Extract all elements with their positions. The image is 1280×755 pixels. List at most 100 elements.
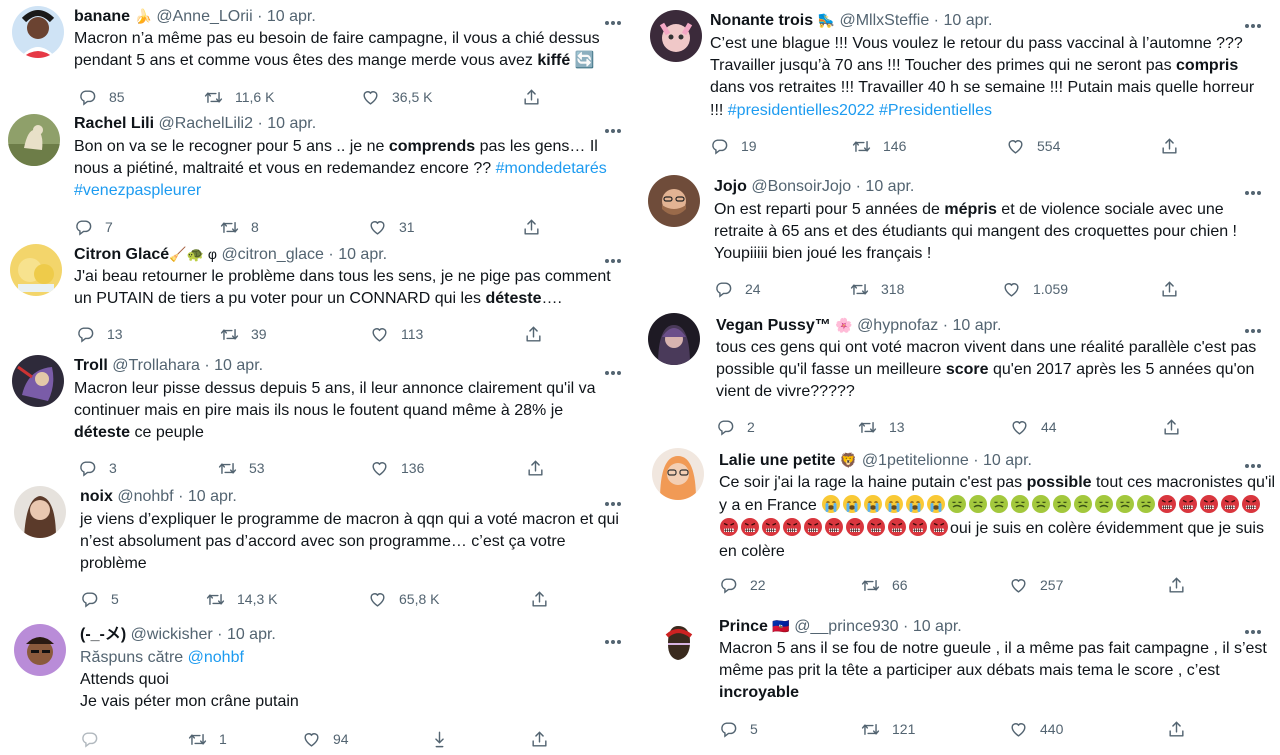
avatar[interactable] [10, 244, 62, 296]
more-icon[interactable] [1244, 320, 1268, 334]
share-button[interactable] [522, 86, 541, 108]
display-name[interactable]: banane [74, 8, 130, 25]
more-icon[interactable] [604, 362, 628, 376]
tweet[interactable]: Prince 🇭🇹 @__prince930 · 10 apr. Macron … [642, 610, 1280, 755]
like-button[interactable]: 31 [368, 216, 415, 238]
reply-button[interactable]: 5 [719, 718, 758, 740]
avatar[interactable] [648, 175, 700, 227]
retweet-button[interactable]: 53 [218, 457, 265, 479]
display-name[interactable]: Vegan Pussy™ [716, 317, 831, 334]
timestamp[interactable]: 10 apr. [188, 488, 237, 505]
hashtag-link[interactable]: #venezpaspleurer [74, 182, 201, 199]
share-button[interactable] [530, 588, 549, 610]
reply-button[interactable]: 3 [78, 457, 117, 479]
avatar[interactable] [648, 313, 700, 365]
tweet[interactable]: Citron Glacé🧹🐢 φ @citron_glace · 10 apr.… [0, 238, 640, 348]
like-button[interactable]: 136 [370, 457, 424, 479]
handle[interactable]: @nohbf [117, 488, 173, 505]
retweet-button[interactable]: 13 [858, 416, 905, 438]
display-name[interactable]: Lalie une petite [719, 452, 835, 469]
handle[interactable]: @citron_glace [221, 246, 324, 263]
like-button[interactable]: 36,5 K [361, 86, 432, 108]
retweet-button[interactable]: 1 [188, 728, 227, 750]
like-button[interactable]: 1.059 [1002, 278, 1068, 300]
like-button[interactable]: 65,8 K [368, 588, 439, 610]
hashtag-link[interactable]: #Presidentielles [879, 102, 992, 119]
handle[interactable]: @RachelLili2 [158, 115, 253, 132]
timestamp[interactable]: 10 apr. [865, 178, 914, 195]
hashtag-link[interactable]: #presidentielles2022 [728, 102, 875, 119]
timestamp[interactable]: 10 apr. [214, 357, 263, 374]
reply-button[interactable]: 7 [74, 216, 113, 238]
share-button[interactable] [524, 323, 543, 345]
display-name[interactable]: Troll [74, 357, 108, 374]
like-button[interactable]: 440 [1009, 718, 1063, 740]
timestamp[interactable]: 10 apr. [913, 618, 962, 635]
timestamp[interactable]: 10 apr. [227, 626, 276, 643]
avatar[interactable] [652, 614, 704, 666]
reply-button[interactable]: 22 [719, 574, 766, 596]
share-button[interactable] [530, 728, 549, 750]
tweet[interactable]: Troll @Trollahara · 10 apr. Macron leur … [0, 351, 640, 481]
download-button[interactable] [430, 728, 449, 750]
tweet[interactable]: Nonante trois 🛼 @MllxSteffie · 10 apr. C… [642, 0, 1280, 165]
more-icon[interactable] [1244, 182, 1268, 196]
tweet[interactable]: banane 🍌 @Anne_LOrii · 10 apr. Macron n’… [0, 0, 640, 115]
retweet-button[interactable]: 66 [861, 574, 908, 596]
handle[interactable]: @Trollahara [112, 357, 200, 374]
retweet-button[interactable]: 14,3 K [206, 588, 277, 610]
display-name[interactable]: Nonante trois [710, 12, 813, 29]
handle[interactable]: @__prince930 [794, 618, 898, 635]
reply-button[interactable]: 24 [714, 278, 761, 300]
tweet[interactable]: Rachel Lili @RachelLili2 · 10 apr. Bon o… [0, 108, 640, 238]
like-button[interactable]: 94 [302, 728, 349, 750]
avatar[interactable] [652, 448, 704, 500]
timestamp[interactable]: 10 apr. [338, 246, 387, 263]
avatar[interactable] [14, 624, 66, 676]
like-button[interactable]: 554 [1006, 135, 1060, 157]
display-name[interactable]: noix [80, 488, 113, 505]
timestamp[interactable]: 10 apr. [943, 12, 992, 29]
share-button[interactable] [1167, 574, 1186, 596]
share-button[interactable] [522, 216, 541, 238]
handle[interactable]: @BonsoirJojo [751, 178, 851, 195]
handle[interactable]: @Anne_LOrii [156, 8, 252, 25]
like-button[interactable]: 44 [1010, 416, 1057, 438]
share-button[interactable] [1162, 416, 1181, 438]
timestamp[interactable]: 10 apr. [267, 8, 316, 25]
retweet-button[interactable]: 146 [852, 135, 906, 157]
avatar[interactable] [12, 6, 64, 58]
reply-button[interactable] [80, 728, 111, 750]
handle[interactable]: @hypnofaz [857, 317, 938, 334]
tweet[interactable]: noix @nohbf · 10 apr. je viens d’expliqu… [0, 482, 640, 614]
handle[interactable]: @wickisher [131, 626, 213, 643]
reply-button[interactable]: 19 [710, 135, 757, 157]
tweet[interactable]: Vegan Pussy™ 🌸 @hypnofaz · 10 apr. tous … [642, 309, 1280, 444]
retweet-button[interactable]: 318 [850, 278, 904, 300]
more-icon[interactable] [1244, 455, 1268, 469]
timestamp[interactable]: 10 apr. [952, 317, 1001, 334]
share-button[interactable] [526, 457, 545, 479]
retweet-button[interactable]: 11,6 K [204, 86, 274, 108]
reply-handle-link[interactable]: @nohbf [188, 649, 244, 666]
share-button[interactable] [1160, 135, 1179, 157]
more-icon[interactable] [604, 120, 628, 134]
share-button[interactable] [1167, 718, 1186, 740]
display-name[interactable]: Prince [719, 618, 768, 635]
more-icon[interactable] [604, 493, 628, 507]
like-button[interactable]: 257 [1009, 574, 1063, 596]
reply-button[interactable]: 2 [716, 416, 755, 438]
timestamp[interactable]: 10 apr. [267, 115, 316, 132]
more-icon[interactable] [604, 12, 628, 26]
reply-button[interactable]: 85 [78, 86, 125, 108]
avatar[interactable] [14, 486, 66, 538]
avatar[interactable] [12, 355, 64, 407]
retweet-button[interactable]: 39 [220, 323, 267, 345]
tweet[interactable]: (-_-メ) @wickisher · 10 apr. Răspuns cătr… [0, 620, 640, 755]
more-icon[interactable] [1244, 15, 1268, 29]
tweet[interactable]: Lalie une petite 🦁 @1petitelionne · 10 a… [642, 444, 1280, 612]
display-name[interactable]: (-_-メ) [80, 626, 126, 643]
retweet-button[interactable]: 121 [861, 718, 915, 740]
display-name[interactable]: Rachel Lili [74, 115, 154, 132]
more-icon[interactable] [604, 631, 628, 645]
